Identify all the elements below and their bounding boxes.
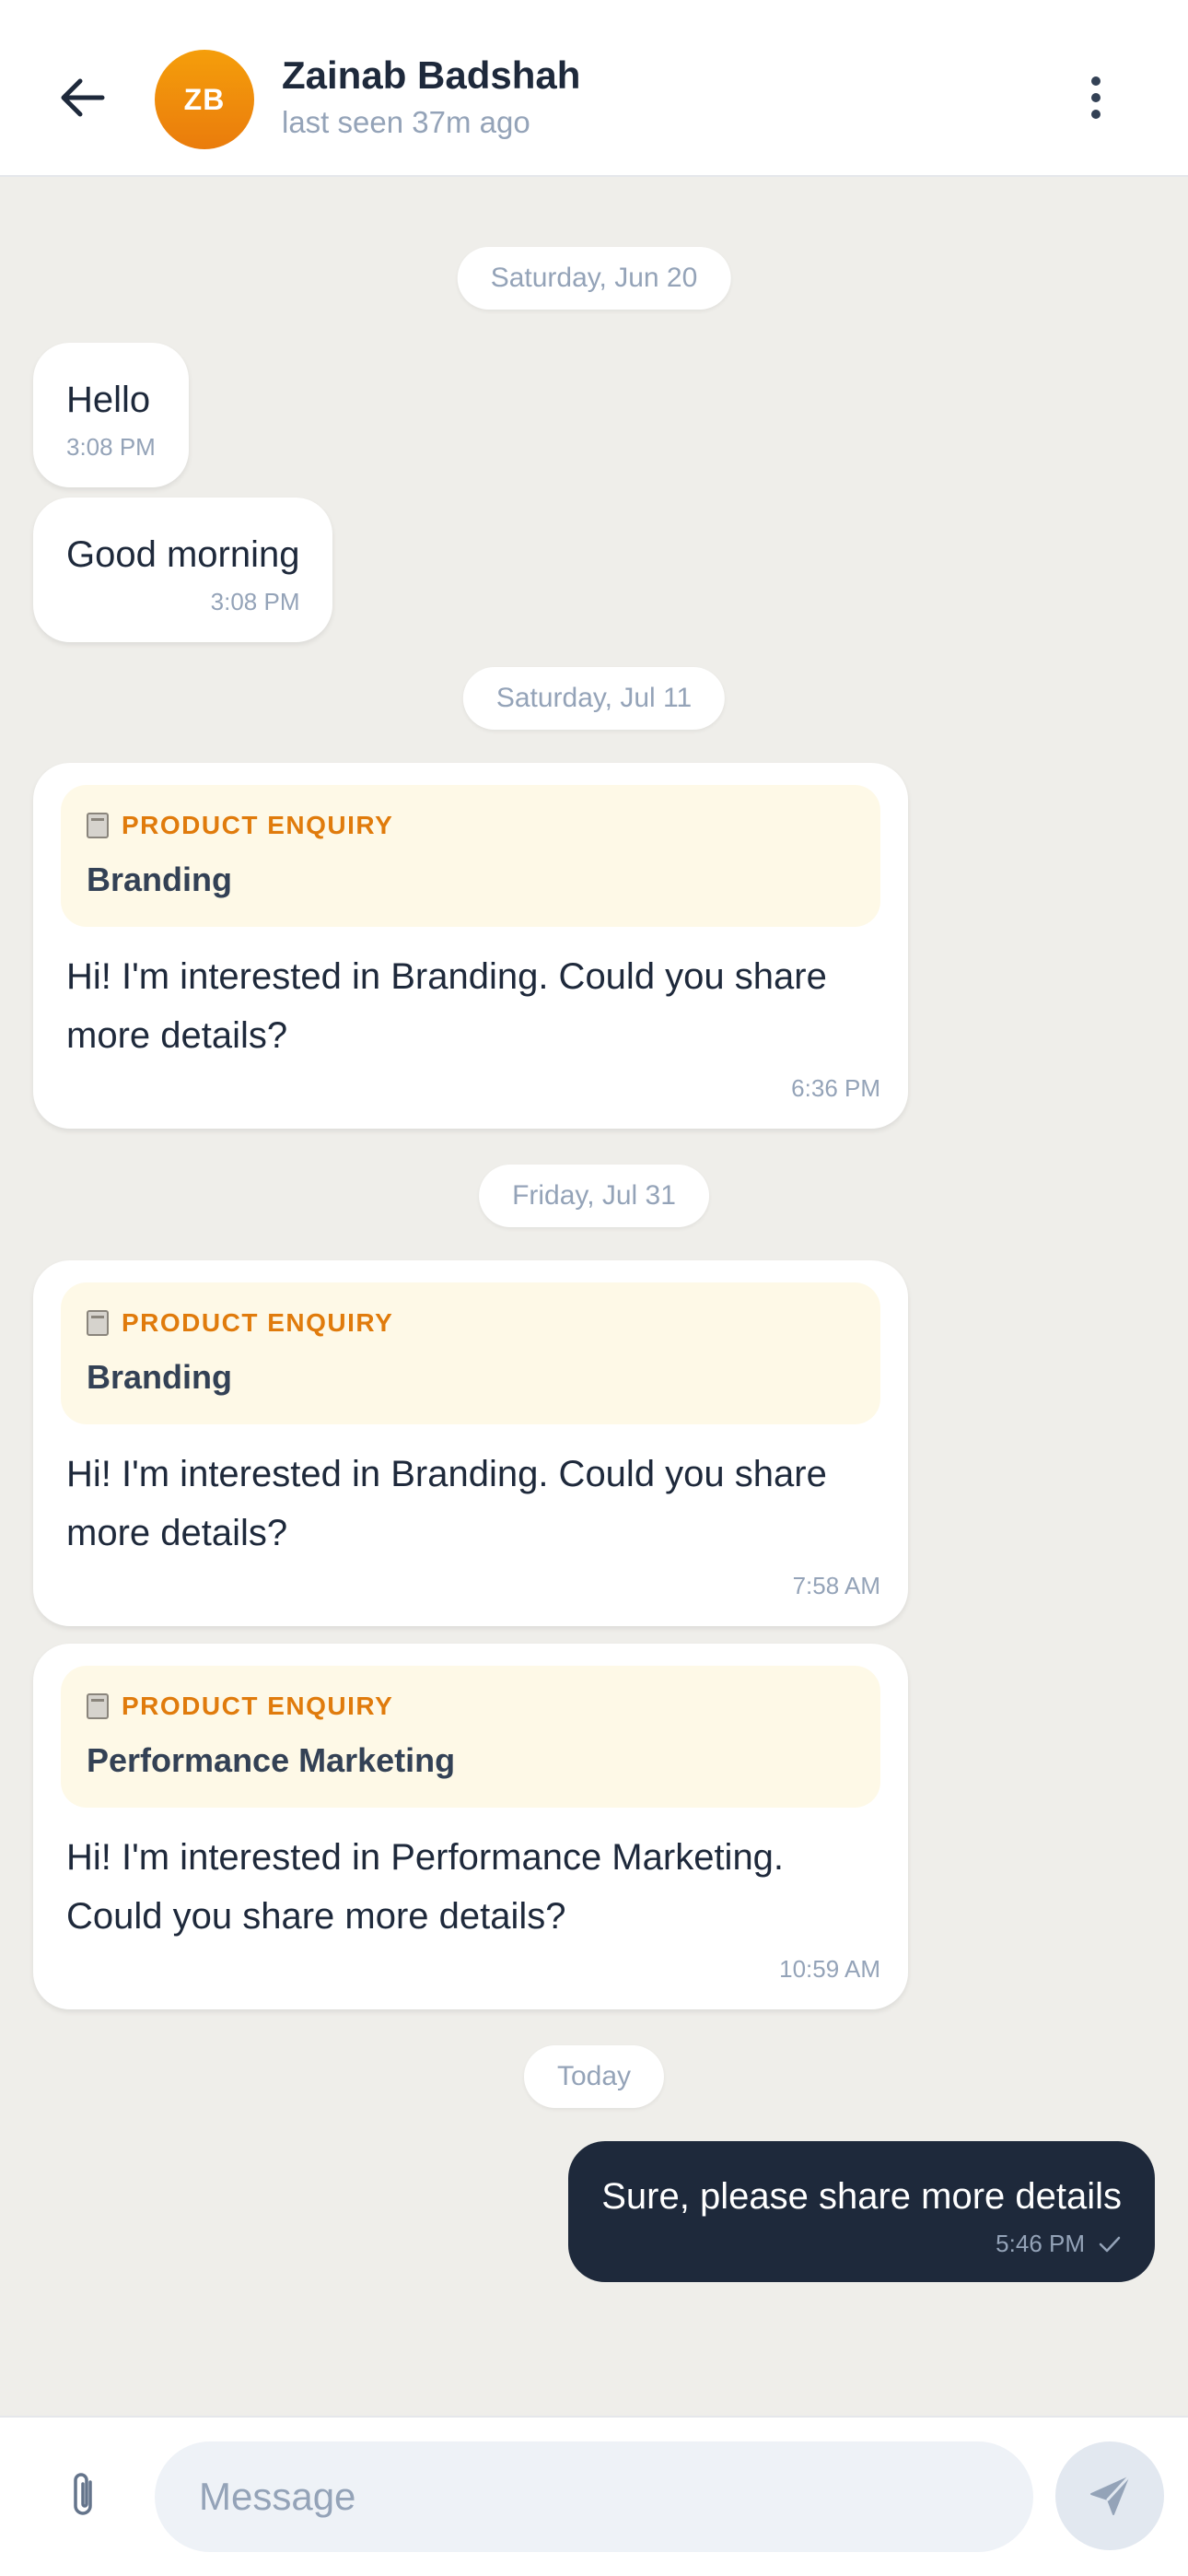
back-button[interactable]: [46, 61, 120, 135]
product-enquiry-card[interactable]: PRODUCT ENQUIRY Branding: [61, 1282, 880, 1424]
enquiry-tag: PRODUCT ENQUIRY: [87, 811, 855, 840]
message-text: Hi! I'm interested in Branding. Could yo…: [66, 956, 827, 1056]
enquiry-product: Performance Marketing: [87, 1741, 456, 1779]
message-time: 10:59 AM: [779, 1955, 880, 1983]
send-icon: [1090, 2476, 1130, 2515]
enquiry-tag: PRODUCT ENQUIRY: [87, 1308, 855, 1338]
message-text: Hi! I'm interested in Branding. Could yo…: [66, 1454, 827, 1553]
attach-button[interactable]: [46, 2458, 120, 2532]
avatar-initials: ZB: [183, 82, 226, 116]
message-time: 3:08 PM: [210, 588, 300, 615]
message-text: Sure, please share more details: [601, 2176, 1122, 2217]
enquiry-message[interactable]: PRODUCT ENQUIRY Branding Hi! I'm interes…: [33, 1260, 908, 1626]
more-options-button[interactable]: [1059, 61, 1133, 135]
message-composer: [0, 2416, 1188, 2576]
send-button[interactable]: [1055, 2441, 1164, 2550]
message-time-row: 5:46 PM: [601, 2230, 1122, 2258]
enquiry-tag-label: PRODUCT ENQUIRY: [122, 811, 394, 839]
product-enquiry-card[interactable]: PRODUCT ENQUIRY Branding: [61, 785, 880, 927]
message-text: Good morning: [66, 534, 300, 575]
message-list[interactable]: Saturday, Jun 20 Hello 3:08 PM Good morn…: [0, 179, 1188, 2416]
message-text: Hi! I'm interested in Performance Market…: [66, 1837, 785, 1937]
date-separator: Saturday, Jun 20: [457, 247, 731, 310]
chat-screen: ZB Zainab Badshah last seen 37m ago Satu…: [0, 0, 1188, 2576]
check-icon: [1099, 2236, 1121, 2252]
chat-header: ZB Zainab Badshah last seen 37m ago: [0, 0, 1188, 177]
date-separator: Today: [523, 2045, 665, 2108]
message-time: 5:46 PM: [996, 2230, 1085, 2257]
contact-name[interactable]: Zainab Badshah: [282, 53, 580, 98]
clipboard-icon: [87, 1310, 109, 1336]
enquiry-message[interactable]: PRODUCT ENQUIRY Performance Marketing Hi…: [33, 1644, 908, 2009]
contact-status: last seen 37m ago: [282, 105, 530, 139]
product-enquiry-card[interactable]: PRODUCT ENQUIRY Performance Marketing: [61, 1666, 880, 1808]
message-time: 7:58 AM: [792, 1572, 880, 1599]
enquiry-tag-label: PRODUCT ENQUIRY: [122, 1692, 394, 1720]
date-separator: Saturday, Jul 11: [462, 667, 726, 730]
enquiry-product: Branding: [87, 1358, 232, 1396]
message-time: 6:36 PM: [791, 1074, 880, 1102]
clipboard-icon: [87, 1693, 109, 1719]
message-input[interactable]: [155, 2441, 1033, 2552]
enquiry-product: Branding: [87, 861, 232, 898]
incoming-message[interactable]: Good morning 3:08 PM: [33, 498, 333, 642]
date-separator: Friday, Jul 31: [479, 1165, 709, 1227]
paperclip-icon: [74, 2473, 92, 2515]
outgoing-message[interactable]: Sure, please share more details 5:46 PM: [568, 2141, 1155, 2282]
enquiry-tag: PRODUCT ENQUIRY: [87, 1692, 855, 1721]
more-vertical-icon: [1091, 76, 1101, 86]
message-time: 3:08 PM: [66, 433, 156, 461]
message-text: Hello: [66, 380, 151, 420]
incoming-message[interactable]: Hello 3:08 PM: [33, 343, 189, 487]
enquiry-message[interactable]: PRODUCT ENQUIRY Branding Hi! I'm interes…: [33, 763, 908, 1129]
avatar[interactable]: ZB: [155, 50, 254, 149]
arrow-left-icon: [61, 78, 105, 117]
clipboard-icon: [87, 813, 109, 838]
enquiry-tag-label: PRODUCT ENQUIRY: [122, 1308, 394, 1337]
